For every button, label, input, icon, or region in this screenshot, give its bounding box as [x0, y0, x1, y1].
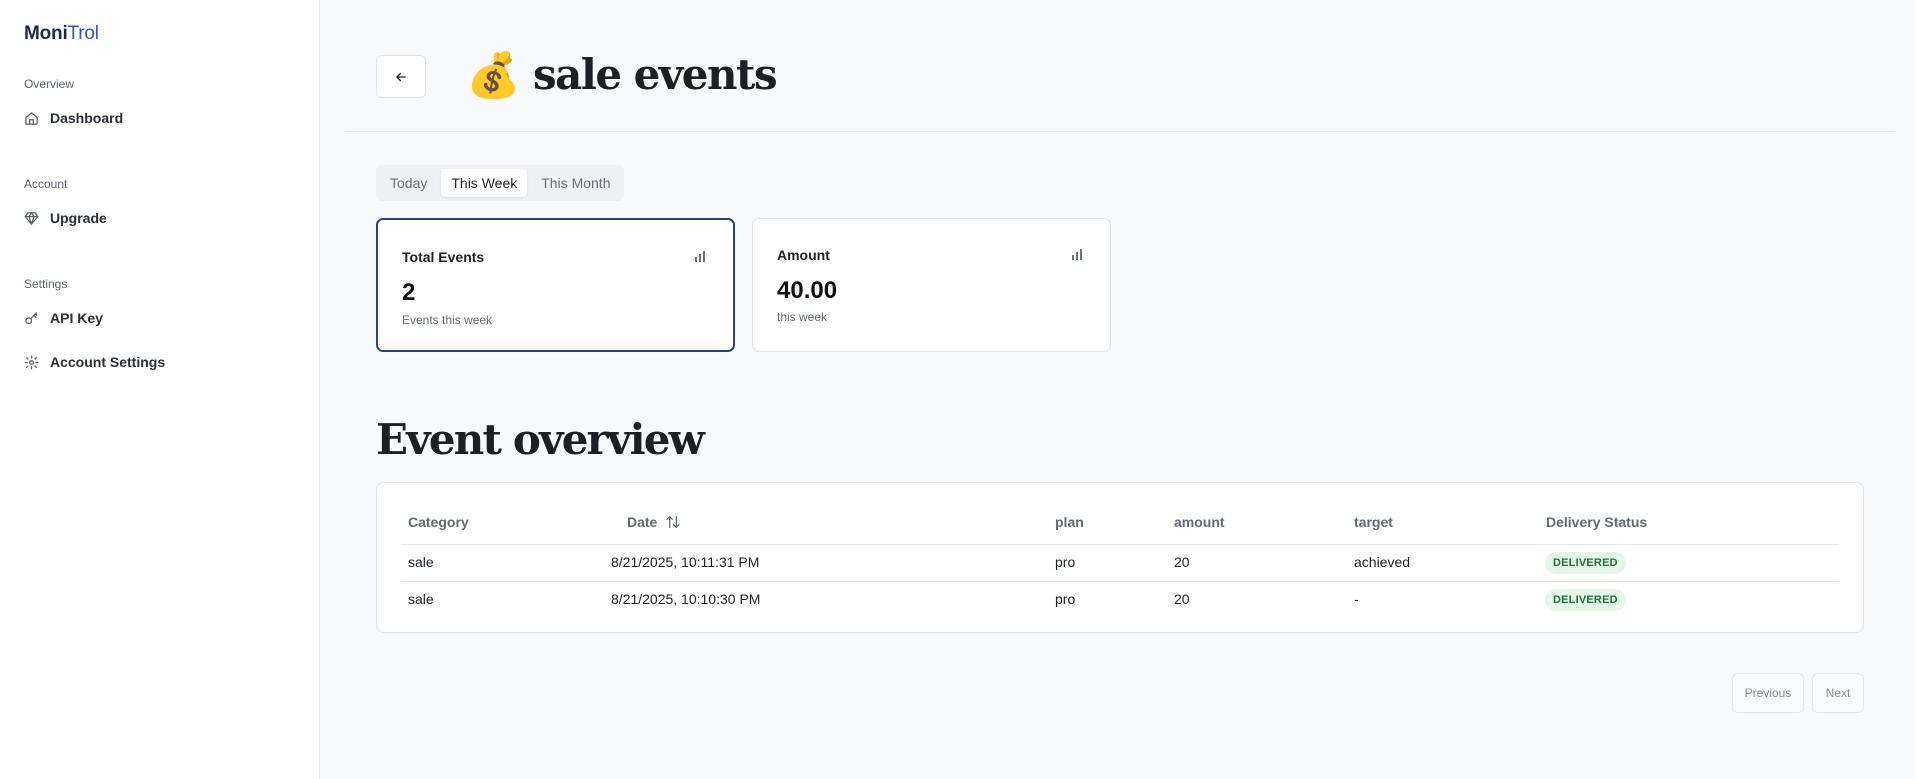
column-header-target[interactable]: target — [1354, 514, 1393, 530]
gem-icon — [24, 211, 39, 225]
column-header-date[interactable]: Date — [627, 514, 681, 530]
stat-card-amount[interactable]: Amount 40.00 this week — [752, 218, 1111, 352]
cell-plan: pro — [1055, 591, 1076, 607]
row-divider — [401, 581, 1839, 582]
back-button[interactable] — [376, 55, 426, 98]
header-divider — [345, 131, 1895, 132]
gear-icon — [24, 355, 39, 369]
page-title: sale events — [533, 50, 778, 99]
column-header-amount[interactable]: amount — [1174, 514, 1225, 530]
cell-target: - — [1354, 591, 1359, 607]
cell-target: achieved — [1354, 554, 1411, 570]
arrow-left-icon — [396, 72, 406, 81]
sidebar-item-label: Account Settings — [50, 354, 166, 370]
sidebar-item-label: Dashboard — [50, 110, 124, 126]
section-title-settings: Settings — [24, 277, 68, 291]
stat-card-total-events[interactable]: Total Events 2 Events this week — [376, 218, 735, 352]
app-logo[interactable]: MoniTrol — [24, 23, 99, 45]
cell-date: 8/21/2025, 10:11:31 PM — [611, 554, 760, 570]
bar-chart-icon — [695, 251, 705, 262]
tab-this-week[interactable]: This Week — [441, 169, 528, 197]
column-header-delivery-status[interactable]: Delivery Status — [1546, 514, 1647, 530]
events-table: Category Date plan amount target Deliver… — [376, 482, 1864, 633]
cell-category: sale — [408, 554, 434, 570]
section-title-event-overview: Event overview — [376, 415, 705, 464]
main-content: 💰 sale events Today This Week This Month… — [320, 0, 1915, 779]
sidebar-item-account-settings[interactable]: Account Settings — [24, 351, 165, 373]
tab-today[interactable]: Today — [380, 169, 437, 197]
sidebar-item-upgrade[interactable]: Upgrade — [24, 207, 107, 229]
home-icon — [25, 111, 38, 125]
status-badge: DELIVERED — [1545, 552, 1626, 574]
stat-subtitle: Events this week — [402, 313, 493, 327]
sort-arrows-icon — [666, 516, 681, 528]
bar-chart-icon — [1072, 249, 1082, 260]
sidebar-item-label: API Key — [50, 310, 103, 326]
cell-category: sale — [408, 591, 434, 607]
key-icon — [25, 311, 38, 324]
sidebar-item-api-key[interactable]: API Key — [24, 307, 103, 329]
header-divider — [401, 544, 1839, 545]
cell-amount: 20 — [1174, 554, 1190, 570]
sidebar: MoniTrol Overview Dashboard Account Upgr… — [0, 0, 320, 779]
column-header-label: Date — [627, 514, 658, 530]
section-title-account: Account — [24, 177, 68, 191]
money-bag-icon: 💰 — [466, 51, 521, 100]
sidebar-item-label: Upgrade — [50, 210, 107, 226]
cell-amount: 20 — [1174, 591, 1190, 607]
column-header-category[interactable]: Category — [408, 514, 469, 530]
status-badge: DELIVERED — [1545, 589, 1626, 611]
cell-date: 8/21/2025, 10:10:30 PM — [611, 591, 761, 607]
cell-plan: pro — [1055, 554, 1076, 570]
logo-part-2: Trol — [67, 23, 99, 44]
range-tabs: Today This Week This Month — [376, 165, 625, 201]
previous-button[interactable]: Previous — [1732, 673, 1804, 713]
stat-title: Amount — [777, 247, 830, 263]
stat-value: 40.00 — [777, 277, 838, 304]
column-header-plan[interactable]: plan — [1055, 514, 1084, 530]
section-title-overview: Overview — [24, 77, 75, 91]
stat-value: 2 — [402, 279, 416, 306]
stat-title: Total Events — [402, 249, 485, 265]
next-button[interactable]: Next — [1812, 673, 1864, 713]
logo-part-1: Moni — [24, 23, 68, 44]
sidebar-item-dashboard[interactable]: Dashboard — [24, 107, 123, 129]
tab-this-month[interactable]: This Month — [531, 169, 620, 197]
stat-subtitle: this week — [777, 310, 828, 324]
